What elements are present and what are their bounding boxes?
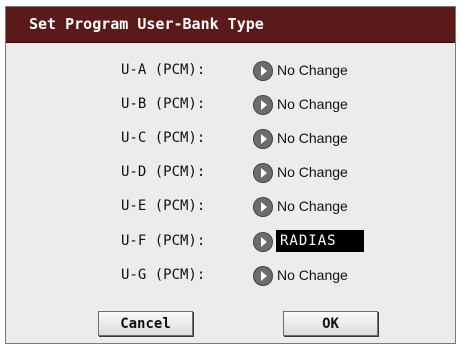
chevron-right-icon[interactable] <box>253 197 273 217</box>
bank-type-value[interactable]: No Change <box>277 130 348 146</box>
bank-label: U-D (PCM): <box>121 164 206 180</box>
chevron-right-icon[interactable] <box>253 163 273 183</box>
bank-row-u-e: U-E (PCM): No Change <box>6 194 455 220</box>
bank-label: U-A (PCM): <box>121 62 206 78</box>
bank-type-value[interactable]: No Change <box>277 96 348 112</box>
dialog-title: Set Program User-Bank Type <box>29 15 264 33</box>
chevron-right-icon[interactable] <box>253 266 273 286</box>
dialog-title-bar: Set Program User-Bank Type <box>6 7 455 43</box>
chevron-right-icon[interactable] <box>253 61 273 81</box>
bank-label: U-B (PCM): <box>121 96 206 112</box>
bank-label: U-F (PCM): <box>121 233 206 249</box>
bank-row-u-b: U-B (PCM): No Change <box>6 92 455 118</box>
bank-row-u-c: U-C (PCM): No Change <box>6 126 455 152</box>
bank-label: U-G (PCM): <box>121 267 206 283</box>
chevron-right-icon[interactable] <box>253 232 273 252</box>
chevron-right-icon[interactable] <box>253 95 273 115</box>
bank-label: U-E (PCM): <box>121 198 206 214</box>
bank-type-value-selected[interactable]: RADIAS <box>276 230 364 252</box>
bank-row-u-a: U-A (PCM): No Change <box>6 58 455 84</box>
bank-type-value[interactable]: No Change <box>277 267 348 283</box>
bank-type-value[interactable]: No Change <box>277 198 348 214</box>
cancel-button[interactable]: Cancel <box>98 311 193 336</box>
bank-row-u-g: U-G (PCM): No Change <box>6 263 455 289</box>
bank-label: U-C (PCM): <box>121 130 206 146</box>
bank-row-u-f: U-F (PCM): RADIAS <box>6 229 455 255</box>
ok-button[interactable]: OK <box>283 311 378 336</box>
bank-row-u-d: U-D (PCM): No Change <box>6 160 455 186</box>
bank-type-value[interactable]: No Change <box>277 164 348 180</box>
bank-type-value[interactable]: No Change <box>277 62 348 78</box>
set-user-bank-type-dialog: Set Program User-Bank Type U-A (PCM): No… <box>5 6 456 344</box>
chevron-right-icon[interactable] <box>253 129 273 149</box>
